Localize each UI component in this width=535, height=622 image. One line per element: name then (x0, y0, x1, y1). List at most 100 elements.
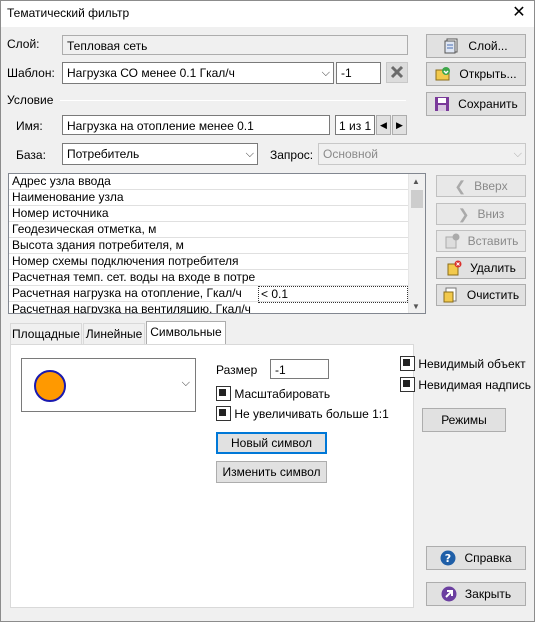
table-row[interactable]: Расчетная нагрузка на отопление, Гкал/ч <… (9, 286, 409, 303)
table-row[interactable]: Наименование узла (9, 190, 409, 206)
conditions-grid[interactable]: Адрес узла ввода Наименование узла Номер и… (8, 173, 426, 314)
table-row[interactable]: Высота здания потребителя, м (9, 238, 409, 254)
invisible-object-label: Невидимый объект (418, 356, 526, 371)
clear-label: Очистить (466, 288, 520, 302)
layer-button[interactable]: Слой... (426, 34, 526, 58)
no-enlarge-checkbox[interactable] (216, 406, 231, 422)
condition-separator (60, 100, 406, 101)
query-combo[interactable]: Основной ⌵ (318, 143, 526, 165)
condition-name-field[interactable]: Нагрузка на отопление менее 0.1 (62, 115, 330, 135)
base-combo-value: Потребитель (67, 147, 140, 161)
template-index-field[interactable]: -1 (336, 62, 381, 84)
prev-condition-button[interactable]: ◀ (376, 115, 391, 135)
table-row[interactable]: Адрес узла ввода (9, 174, 409, 190)
exit-arrow-icon (441, 586, 457, 602)
layer-doc-icon (444, 38, 460, 54)
symbol-circle-icon (34, 370, 66, 402)
close-label: Закрыть (464, 587, 512, 601)
base-combo[interactable]: Потребитель ⌵ (62, 143, 258, 165)
chevron-down-icon: ⌵ (181, 377, 190, 389)
edit-symbol-button[interactable]: Изменить символ (216, 461, 327, 483)
tab-linear[interactable]: Линейные (83, 323, 145, 344)
invisible-label-option[interactable]: Невидимая надпись (400, 377, 531, 393)
table-row[interactable]: Номер схемы подключения потребителя (9, 254, 409, 270)
insert-button[interactable]: Вставить (436, 230, 526, 252)
arrow-right-icon: ▶ (396, 120, 403, 130)
table-row[interactable]: Номер источника (9, 206, 409, 222)
base-label: База: (16, 148, 46, 162)
open-template-button[interactable]: Открыть... (426, 62, 526, 86)
insert-label: Вставить (467, 234, 519, 248)
chevron-left-icon: ❮ (454, 178, 467, 194)
tab-area[interactable]: Площадные (10, 323, 82, 344)
move-down-label: Вниз (477, 207, 505, 221)
close-button[interactable]: Закрыть (426, 582, 526, 606)
modes-button[interactable]: Режимы (422, 408, 506, 432)
table-row[interactable]: Расчетная темп. сет. воды на входе в пот… (9, 270, 409, 286)
template-label: Шаблон: (7, 66, 55, 80)
row-value-cell[interactable]: < 0.1 (258, 286, 408, 303)
new-symbol-button[interactable]: Новый символ (216, 432, 327, 454)
row-field-cell[interactable]: Расчетная темп. сет. воды на входе в пот… (12, 270, 255, 285)
delete-template-button[interactable] (386, 62, 408, 83)
svg-text:?: ? (445, 552, 451, 565)
row-field-cell[interactable]: Расчетная нагрузка на вентиляцию, Гкал/ч (12, 302, 255, 313)
grid-scrollbar[interactable]: ▲ ▼ (408, 174, 425, 313)
chevron-right-icon: ❯ (457, 206, 470, 222)
tab-symbol[interactable]: Символьные (146, 321, 226, 345)
move-up-button[interactable]: ❮ Вверх (436, 175, 526, 197)
delete-label: Удалить (470, 261, 516, 275)
condition-counter: 1 из 1 (335, 115, 375, 135)
scroll-thumb[interactable] (411, 190, 423, 208)
query-label: Запрос: (270, 148, 314, 162)
table-row[interactable]: Геодезическая отметка, м (9, 222, 409, 238)
row-field-cell[interactable]: Высота здания потребителя, м (12, 238, 255, 253)
invisible-object-option[interactable]: Невидимый объект (400, 356, 526, 372)
layer-button-label: Слой... (468, 39, 508, 53)
next-condition-button[interactable]: ▶ (392, 115, 407, 135)
scroll-down-icon[interactable]: ▼ (412, 302, 420, 311)
layer-label: Слой: (7, 37, 40, 51)
clear-button[interactable]: Очистить (436, 284, 526, 306)
save-template-button[interactable]: Сохранить (426, 92, 526, 116)
save-template-label: Сохранить (458, 97, 518, 111)
move-up-label: Вверх (474, 179, 508, 193)
scale-option[interactable]: Масштабировать (216, 386, 331, 402)
chevron-down-icon: ⌵ (513, 148, 522, 160)
scroll-up-icon[interactable]: ▲ (412, 177, 420, 186)
template-combo-value: Нагрузка СО менее 0.1 Гкал/ч (67, 66, 235, 80)
help-button[interactable]: ? Справка (426, 546, 526, 570)
name-label: Имя: (16, 119, 43, 133)
no-enlarge-option[interactable]: Не увеличивать больше 1:1 (216, 406, 389, 422)
insert-doc-icon (444, 233, 460, 249)
clear-doc-icon (443, 287, 459, 303)
move-down-button[interactable]: ❯ Вниз (436, 203, 526, 225)
size-label: Размер (216, 363, 258, 377)
floppy-disk-icon (434, 96, 450, 112)
delete-doc-icon (446, 260, 462, 276)
symbol-preview-combo[interactable]: ⌵ (21, 358, 196, 412)
row-field-cell[interactable]: Номер источника (12, 206, 255, 221)
row-field-cell[interactable]: Геодезическая отметка, м (12, 222, 255, 237)
row-field-cell[interactable]: Номер схемы подключения потребителя (12, 254, 255, 269)
condition-section-label: Условие (7, 93, 54, 107)
invisible-object-checkbox[interactable] (400, 356, 415, 372)
open-folder-icon (435, 66, 451, 82)
row-field-cell[interactable]: Наименование узла (12, 190, 255, 205)
row-field-cell[interactable]: Расчетная нагрузка на отопление, Гкал/ч (12, 286, 255, 301)
close-window-button[interactable]: ✕ (506, 1, 532, 25)
scale-checkbox[interactable] (216, 386, 231, 402)
row-field-cell[interactable]: Адрес узла ввода (12, 174, 255, 189)
size-field[interactable]: -1 (270, 359, 329, 379)
layer-field: Тепловая сеть (62, 35, 408, 55)
help-label: Справка (464, 551, 512, 565)
x-icon (390, 65, 404, 79)
scale-label: Масштабировать (234, 386, 331, 401)
arrow-left-icon: ◀ (380, 120, 387, 130)
table-row[interactable]: Расчетная нагрузка на вентиляцию, Гкал/ч (9, 302, 409, 313)
chevron-down-icon: ⌵ (245, 148, 254, 160)
invisible-label-checkbox[interactable] (400, 377, 415, 393)
delete-button[interactable]: Удалить (436, 257, 526, 279)
template-combo[interactable]: Нагрузка СО менее 0.1 Гкал/ч ⌵ (62, 62, 334, 84)
open-template-label: Открыть... (459, 67, 517, 81)
